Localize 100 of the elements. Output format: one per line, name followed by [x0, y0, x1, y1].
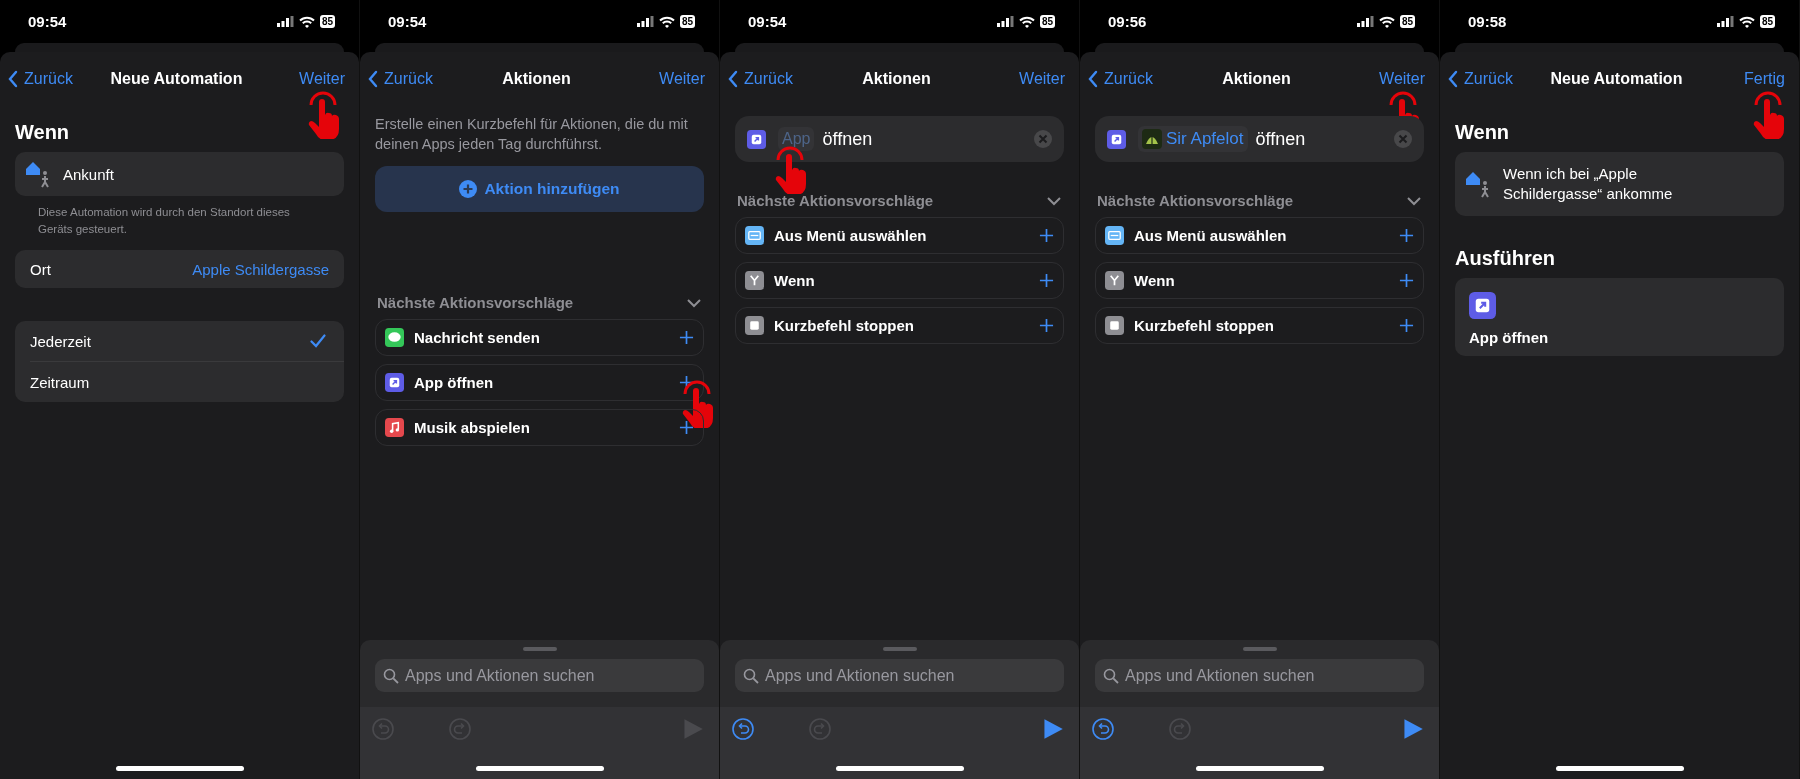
chevron-left-icon [1448, 70, 1458, 88]
app-icon [747, 129, 766, 149]
stop-icon [745, 316, 764, 335]
plus-icon[interactable] [1399, 318, 1414, 333]
back-button[interactable]: Zurück [368, 70, 433, 88]
sheet-grabber[interactable] [882, 647, 917, 651]
app-icon [1469, 292, 1496, 319]
wifi-icon [658, 15, 675, 28]
section-heading: Ausführen [1455, 246, 1556, 270]
status-time: 09:56 [1108, 13, 1147, 30]
suggestion-row[interactable]: Aus Menü auswählen [735, 217, 1064, 254]
menu-icon [745, 226, 764, 245]
suggestion-row[interactable]: App öffnen [375, 364, 704, 401]
suggestion-row[interactable]: Aus Menü auswählen [1095, 217, 1424, 254]
search-icon [383, 667, 399, 684]
search-field[interactable]: Apps und Aktionen suchen [375, 659, 704, 692]
location-value: Apple Schildergasse [192, 260, 329, 278]
next-button[interactable]: Weiter [1379, 70, 1425, 88]
footnote: Diese Automation wird durch den Standort dieses Geräts gesteuert. [38, 205, 291, 237]
chevron-left-icon [1088, 70, 1098, 88]
location-row[interactable]: Ort Apple Schildergasse [15, 250, 344, 288]
plus-icon[interactable] [1039, 273, 1054, 288]
search-placeholder: Apps und Aktionen suchen [1125, 666, 1315, 685]
wifi-icon [1378, 15, 1395, 28]
suggestion-row[interactable]: Musik abspielen [375, 409, 704, 446]
back-button[interactable]: Zurück [1448, 70, 1513, 88]
next-button[interactable]: Weiter [299, 70, 345, 88]
plus-icon[interactable] [1399, 228, 1414, 243]
suggestion-label: Musik abspielen [414, 419, 531, 436]
chevron-down-icon[interactable] [1046, 195, 1062, 206]
search-placeholder: Apps und Aktionen suchen [765, 666, 955, 685]
suggestion-row[interactable]: Wenn [735, 262, 1064, 299]
suggestions-heading: Nächste Aktionsvorschläge [737, 192, 934, 209]
undo-icon[interactable] [1092, 718, 1114, 740]
search-field[interactable]: Apps und Aktionen suchen [1095, 659, 1424, 692]
play-icon[interactable] [1402, 718, 1424, 740]
battery-level: 85 [679, 15, 695, 28]
sheet-grabber[interactable] [522, 647, 557, 651]
menu-icon [1105, 226, 1124, 245]
back-button[interactable]: Zurück [1088, 70, 1153, 88]
status-time: 09:58 [1468, 13, 1507, 30]
undo-icon[interactable] [732, 718, 754, 740]
battery-level: 85 [1399, 15, 1415, 28]
option-row[interactable]: Jederzeit [15, 321, 344, 361]
trigger-row[interactable]: Ankunft [15, 152, 344, 196]
action-label: App öffnen [1469, 329, 1549, 346]
trigger-label: Ankunft [63, 165, 114, 183]
message-icon [385, 328, 404, 347]
nav-title: Aktionen [1222, 70, 1291, 88]
trigger-row[interactable]: Wenn ich bei „Apple Schildergasse“ ankomme [1455, 152, 1784, 216]
suggestion-label: Wenn [774, 272, 816, 289]
wifi-icon [1738, 15, 1755, 28]
action-verb: öffnen [1255, 128, 1307, 150]
search-placeholder: Apps und Aktionen suchen [405, 666, 595, 685]
suggestion-label: Nachricht senden [414, 329, 541, 346]
music-icon [385, 418, 404, 437]
wifi-icon [1018, 15, 1035, 28]
suggestions-heading: Nächste Aktionsvorschläge [377, 294, 574, 311]
plus-icon[interactable] [679, 330, 694, 345]
battery-level: 85 [1039, 15, 1055, 28]
section-heading: Wenn [15, 120, 71, 144]
signal-icon [1356, 16, 1374, 27]
sheet-grabber[interactable] [1242, 647, 1277, 651]
chevron-down-icon[interactable] [686, 297, 702, 308]
search-field[interactable]: Apps und Aktionen suchen [735, 659, 1064, 692]
suggestion-row[interactable]: Kurzbefehl stoppen [1095, 307, 1424, 344]
plus-circle-icon [459, 180, 478, 198]
plus-icon[interactable] [1399, 273, 1414, 288]
search-icon [743, 667, 759, 684]
back-button[interactable]: Zurück [8, 70, 73, 88]
option-label: Zeitraum [30, 373, 90, 391]
suggestions-heading: Nächste Aktionsvorschläge [1097, 192, 1294, 209]
signal-icon [276, 16, 294, 27]
suggestion-row[interactable]: Wenn [1095, 262, 1424, 299]
signal-icon [996, 16, 1014, 27]
play-icon[interactable] [1042, 718, 1064, 740]
if-icon [745, 271, 764, 290]
chevron-down-icon[interactable] [1406, 195, 1422, 206]
suggestion-row[interactable]: Nachricht senden [375, 319, 704, 356]
suggestion-row[interactable]: Kurzbefehl stoppen [735, 307, 1064, 344]
plus-icon[interactable] [679, 420, 694, 435]
chevron-left-icon [728, 70, 738, 88]
action-card[interactable]: App öffnen [1455, 278, 1784, 356]
app-token[interactable]: Sir Apfelot [1138, 125, 1248, 152]
location-label: Ort [30, 260, 51, 278]
next-button[interactable]: Weiter [1019, 70, 1065, 88]
plus-icon[interactable] [1039, 318, 1054, 333]
status-time: 09:54 [748, 13, 787, 30]
next-button[interactable]: Weiter [659, 70, 705, 88]
add-action-button[interactable]: Aktion hinzufügen [375, 166, 704, 212]
app-icon [385, 373, 404, 392]
battery-level: 85 [1759, 15, 1775, 28]
back-button[interactable]: Zurück [728, 70, 793, 88]
option-row[interactable]: Zeitraum [30, 361, 344, 402]
trigger-label: Wenn ich bei „Apple Schildergasse“ ankomme [1503, 164, 1674, 204]
next-button[interactable]: Fertig [1744, 70, 1785, 88]
status-time: 09:54 [28, 13, 67, 30]
nav-title: Aktionen [502, 70, 571, 88]
plus-icon[interactable] [1039, 228, 1054, 243]
nav-title: Neue Automation [110, 70, 243, 88]
